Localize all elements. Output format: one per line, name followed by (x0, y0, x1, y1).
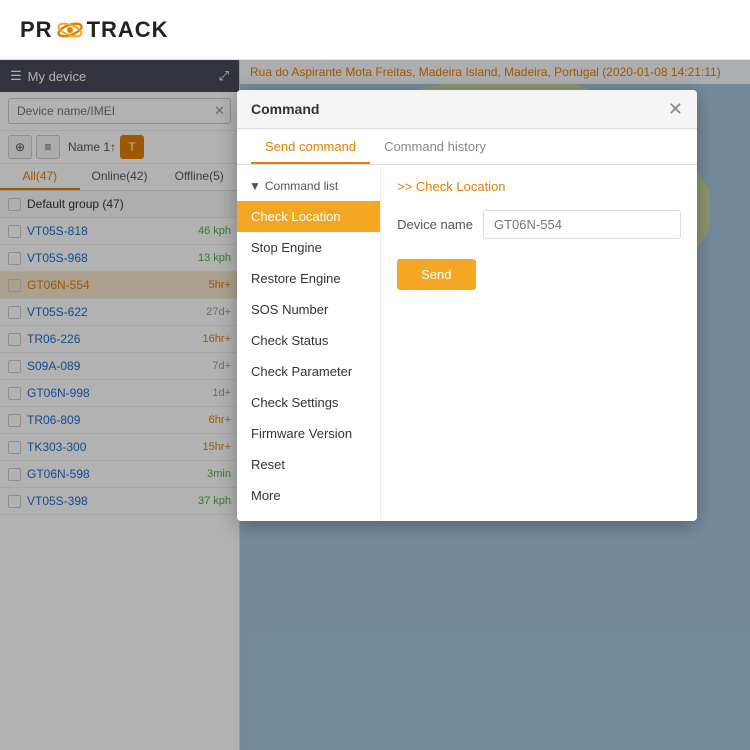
command-item-sos-number[interactable]: SOS Number (237, 294, 380, 325)
command-item-restore-engine[interactable]: Restore Engine (237, 263, 380, 294)
tab-send-command[interactable]: Send command (251, 129, 370, 164)
device-name-label: Device name (397, 217, 473, 232)
command-detail-panel: >> Check Location Device name Send (381, 165, 697, 521)
logo-icon (57, 17, 83, 43)
command-item-check-settings[interactable]: Check Settings (237, 387, 380, 418)
logo: PR TRACK (20, 17, 169, 43)
command-item-check-location[interactable]: Check Location (237, 201, 380, 232)
logo-text-post: TRACK (87, 17, 169, 43)
logo-text-pre: PR (20, 17, 53, 43)
command-list-label: Command list (265, 179, 338, 193)
command-item-reset[interactable]: Reset (237, 449, 380, 480)
device-name-input[interactable] (483, 210, 681, 239)
command-item-check-parameter[interactable]: Check Parameter (237, 356, 380, 387)
device-name-row: Device name (397, 210, 681, 239)
selected-command-label: >> Check Location (397, 179, 681, 194)
command-item-check-status[interactable]: Check Status (237, 325, 380, 356)
dialog-tabs: Send command Command history (237, 129, 697, 165)
dialog-title: Command (251, 101, 319, 117)
chevron-down-icon: ▼ (249, 179, 261, 193)
tab-command-history[interactable]: Command history (370, 129, 500, 164)
command-item-stop-engine[interactable]: Stop Engine (237, 232, 380, 263)
command-dialog: Command ✕ Send command Command history ▼… (237, 90, 697, 521)
command-item-firmware-version[interactable]: Firmware Version (237, 418, 380, 449)
header: PR TRACK (0, 0, 750, 60)
main-layout: ☰ My device ⤢ ✕ ⊕ ≡ Name 1↑ T All(47) On… (0, 60, 750, 750)
dialog-close-button[interactable]: ✕ (668, 100, 683, 118)
dialog-titlebar: Command ✕ (237, 90, 697, 129)
command-list-panel: ▼ Command list Check Location Stop Engin… (237, 165, 381, 521)
dialog-body: ▼ Command list Check Location Stop Engin… (237, 165, 697, 521)
send-button[interactable]: Send (397, 259, 475, 290)
command-list-header: ▼ Command list (237, 175, 380, 201)
command-item-more[interactable]: More (237, 480, 380, 511)
